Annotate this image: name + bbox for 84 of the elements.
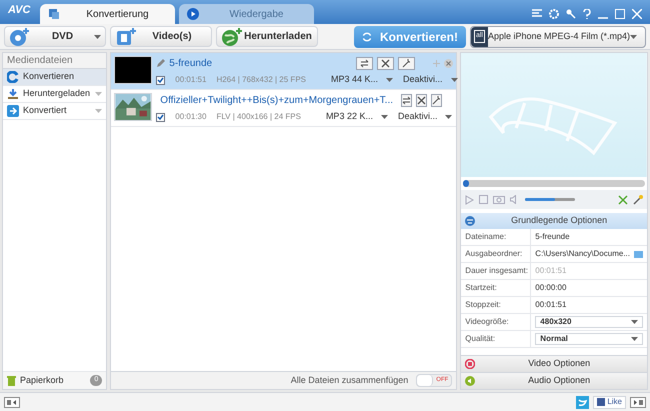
scissors-button[interactable] <box>416 94 427 106</box>
file-name: Offizieller+Twilight++Bis(s)+zum+Morgengrauen+T... <box>160 94 393 108</box>
subtitle-dropdown[interactable]: Deaktivi... <box>403 73 458 87</box>
play-icon[interactable] <box>465 194 474 204</box>
refresh-icon <box>7 71 19 83</box>
camera-icon[interactable] <box>493 195 506 204</box>
caret-icon <box>630 34 637 38</box>
audio-dropdown[interactable]: MP3 44 K... <box>330 73 394 87</box>
scissors-icon[interactable] <box>618 194 628 204</box>
swap-button[interactable] <box>356 56 374 70</box>
scissors-button[interactable] <box>377 56 394 70</box>
stop-icon[interactable] <box>479 195 488 204</box>
maximize-icon[interactable] <box>615 9 625 19</box>
close-icon[interactable] <box>444 58 454 68</box>
input-field[interactable]: 5-freunde <box>531 229 647 245</box>
duration-text: 00:01:51 <box>175 74 206 86</box>
field-label: Dauer insgesamt: <box>461 263 532 279</box>
duration-text: 00:01:30 <box>175 111 206 123</box>
wand-icon <box>402 58 412 68</box>
refresh-icon <box>362 30 372 44</box>
caret-icon <box>631 337 638 341</box>
section-header[interactable]: Video Optionen <box>461 355 647 372</box>
video-info: H264 | 768x432 | 25 FPS <box>216 74 306 86</box>
sidebar-title: Mediendateien <box>3 53 106 69</box>
sidebar-item[interactable]: Konvertiert <box>3 103 106 120</box>
help-icon[interactable] <box>583 9 591 19</box>
caret-icon <box>380 115 388 119</box>
list-icon[interactable] <box>532 9 542 19</box>
field-label: Stoppzeit: <box>461 297 532 313</box>
field-label: Videogröße: <box>461 314 532 330</box>
panel-toggle-icon[interactable] <box>630 396 646 408</box>
scissors-icon <box>417 96 426 104</box>
caret-icon <box>445 115 452 119</box>
select-field[interactable]: 480x320 <box>535 316 643 328</box>
field-value: 00:01:51 <box>534 265 568 277</box>
wand-button[interactable] <box>398 56 416 70</box>
options-header: Grundlegende Optionen <box>461 213 647 229</box>
wand-icon <box>432 96 441 104</box>
close-icon[interactable] <box>632 9 642 19</box>
scissors-icon <box>381 58 390 68</box>
audio-dropdown[interactable]: MP3 22 K... <box>326 110 388 124</box>
field-label: Dateiname: <box>461 229 532 245</box>
caret-icon <box>450 78 458 82</box>
app-logo: AVC <box>8 2 32 18</box>
seek-bar[interactable] <box>463 180 645 187</box>
key-icon[interactable] <box>566 9 576 19</box>
speaker-icon <box>465 376 476 386</box>
download-icon <box>7 88 19 100</box>
swap-button[interactable] <box>401 94 412 106</box>
input-field[interactable]: 00:00:00 <box>531 280 647 296</box>
wand-icon[interactable] <box>633 194 643 204</box>
file-name: 5-freunde <box>169 56 212 70</box>
checkbox[interactable] <box>156 76 166 84</box>
settings-icon[interactable] <box>549 9 559 19</box>
wand-button[interactable] <box>431 94 442 106</box>
section-header[interactable]: Audio Optionen <box>461 372 647 389</box>
field-label: Qualität: <box>461 331 532 347</box>
pencil-icon <box>156 58 166 68</box>
merge-label: Alle Dateien zusammenfügen <box>290 374 408 387</box>
swap-icon <box>402 96 411 104</box>
tab[interactable]: Konvertierung <box>40 4 175 24</box>
subtitle-dropdown[interactable]: Deaktivi... <box>398 110 452 124</box>
converted-icon <box>7 105 19 117</box>
play-icon <box>187 8 199 20</box>
select-field[interactable]: Normal <box>535 333 643 345</box>
like-button[interactable]: Like <box>593 396 626 408</box>
squares-icon <box>48 8 60 20</box>
video-info: FLV | 400x166 | 24 FPS <box>216 111 301 123</box>
toolbar-button[interactable]: Video(s) <box>110 26 212 47</box>
disc-icon <box>9 26 31 46</box>
caret-icon <box>386 78 394 82</box>
sidebar-item[interactable]: Heruntergeladen <box>3 86 106 103</box>
input-field[interactable]: 00:01:51 <box>531 297 647 313</box>
video-thumbnail <box>114 56 152 84</box>
toolbar-button[interactable]: Herunterladen <box>216 26 318 47</box>
field-label: Startzeit: <box>461 280 532 296</box>
trash-icon <box>7 376 16 386</box>
sidebar-item[interactable]: Konvertieren <box>3 69 106 86</box>
panel-toggle-icon[interactable] <box>4 396 20 408</box>
caret-icon <box>631 320 638 324</box>
checkbox[interactable] <box>156 112 166 122</box>
swap-icon <box>360 58 370 68</box>
volume-slider[interactable] <box>525 198 576 201</box>
toolbar-button[interactable]: DVD <box>4 26 106 47</box>
